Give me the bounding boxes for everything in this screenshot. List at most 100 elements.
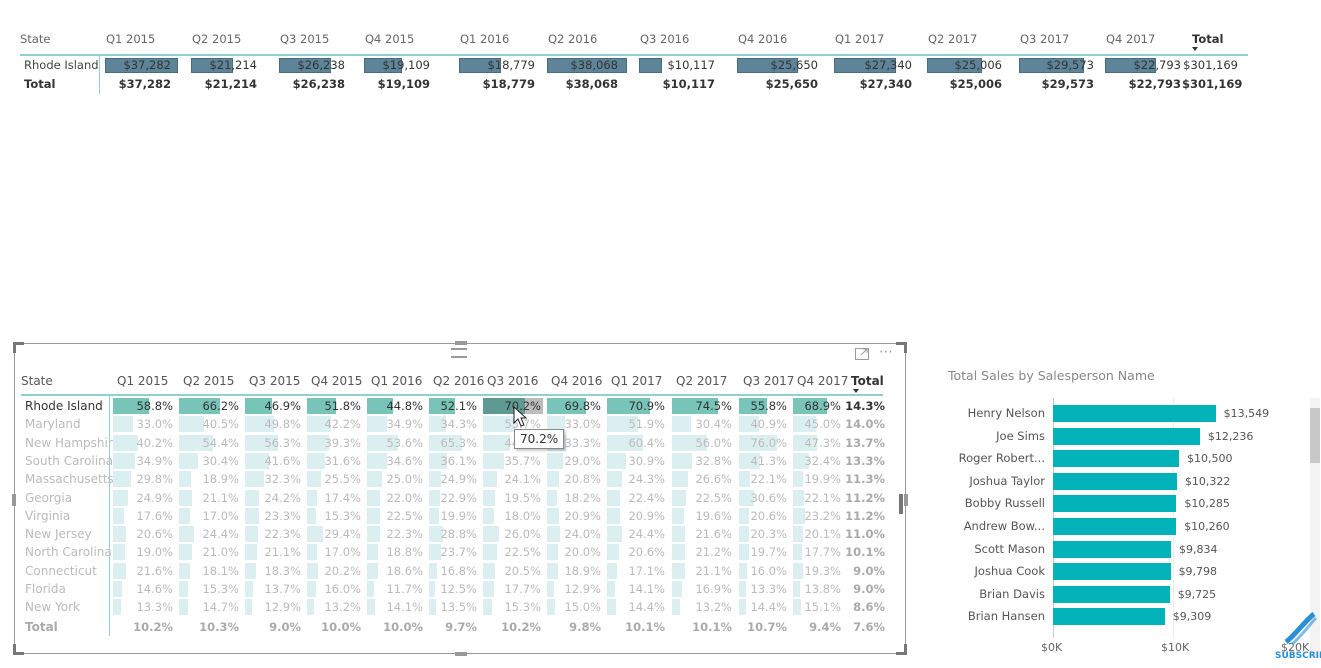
resize-handle-top-right[interactable] — [896, 342, 907, 353]
cell-value[interactable]: $38,068 — [538, 56, 618, 75]
cell-value[interactable]: 46.9% — [243, 397, 301, 416]
cell-value[interactable]: 22.1% — [791, 489, 841, 508]
cell-value[interactable]: 14.1% — [605, 580, 665, 599]
cell-value[interactable]: 14.4% — [737, 598, 787, 617]
cell-value[interactable]: 18.1% — [177, 562, 239, 581]
cell-value[interactable]: 24.1% — [481, 470, 541, 489]
drag-handle-icon[interactable] — [451, 348, 467, 358]
cell-value[interactable]: 22.9% — [427, 489, 477, 508]
column-header[interactable]: Q1 2015 — [117, 372, 168, 391]
cell-value[interactable]: 29.0% — [545, 452, 601, 471]
chart-scrollbar-thumb[interactable] — [1310, 408, 1320, 463]
column-header[interactable]: Q4 2015 — [311, 372, 362, 391]
cell-value[interactable]: 15.3% — [177, 580, 239, 599]
cell-value[interactable]: 47.3% — [791, 434, 841, 453]
cell-value[interactable]: 13.3% — [111, 598, 173, 617]
cell-value[interactable]: 14.6% — [111, 580, 173, 599]
cell-value[interactable]: 17.7% — [481, 580, 541, 599]
cell-value[interactable]: 29.4% — [305, 525, 361, 544]
cell-value[interactable]: 22.1% — [737, 470, 787, 489]
row-label[interactable]: Rhode Island — [25, 397, 103, 416]
resize-handle-bottom-right[interactable] — [896, 644, 907, 655]
cell-value[interactable]: 16.9% — [670, 580, 732, 599]
cell-value[interactable]: $10,117 — [630, 56, 715, 75]
cell-value[interactable]: 16.8% — [427, 562, 477, 581]
cell-value[interactable]: 19.9% — [427, 507, 477, 526]
resize-handle-top[interactable] — [455, 341, 467, 345]
salesperson-bar-chart[interactable]: Total Sales by Salesperson Name Henry Ne… — [940, 360, 1320, 660]
cell-value[interactable]: 19.0% — [111, 543, 173, 562]
cell-value[interactable]: 24.9% — [111, 489, 173, 508]
cell-value[interactable]: $37,282 — [96, 56, 171, 75]
cell-value[interactable]: 34.9% — [111, 452, 173, 471]
cell-value[interactable]: 13.3% — [737, 580, 787, 599]
column-header[interactable]: Q1 2015 — [106, 30, 155, 49]
row-label[interactable]: North Carolina — [25, 543, 112, 562]
cell-value[interactable]: $22,793 — [1096, 56, 1181, 75]
column-header[interactable]: Q4 2015 — [365, 30, 414, 49]
cell-value[interactable]: 20.9% — [545, 507, 601, 526]
cell-value[interactable]: 33.0% — [111, 415, 173, 434]
cell-value[interactable]: 58.8% — [111, 397, 173, 416]
cell-value[interactable]: $19,109 — [355, 56, 430, 75]
bar[interactable] — [1053, 518, 1177, 535]
cell-value[interactable]: 17.6% — [111, 507, 173, 526]
cell-value[interactable]: 18.6% — [365, 562, 423, 581]
cell-value[interactable]: 76.0% — [737, 434, 787, 453]
resize-handle-right[interactable] — [904, 494, 908, 506]
cell-value[interactable]: 22.4% — [605, 489, 665, 508]
cell-value[interactable]: $301,169 — [1182, 56, 1238, 75]
cell-value[interactable]: 30.4% — [670, 415, 732, 434]
cell-value[interactable]: 20.6% — [737, 507, 787, 526]
cell-value[interactable]: 13.7% — [243, 580, 301, 599]
cell-value[interactable]: 22.0% — [365, 489, 423, 508]
cell-value[interactable]: 21.1% — [670, 562, 732, 581]
column-header[interactable]: Q1 2016 — [460, 30, 509, 49]
cell-value[interactable]: $29,573 — [1010, 56, 1094, 75]
column-header[interactable]: Q4 2016 — [551, 372, 602, 391]
cell-value[interactable]: 14.4% — [605, 598, 665, 617]
cell-value[interactable]: 24.3% — [605, 470, 665, 489]
column-header[interactable]: Q2 2016 — [433, 372, 484, 391]
cell-value[interactable]: 16.0% — [305, 580, 361, 599]
cell-value[interactable]: 52.1% — [427, 397, 477, 416]
cell-value[interactable]: 18.2% — [545, 489, 601, 508]
row-label[interactable]: South Carolina — [25, 452, 113, 471]
cell-value[interactable]: 42.2% — [305, 415, 361, 434]
cell-value[interactable]: 51.9% — [605, 415, 665, 434]
cell-value[interactable]: 31.6% — [305, 452, 361, 471]
percent-matrix-visual[interactable]: ⋯ State Q1 2015 Q2 2015 Q3 2015 Q4 2015 Q1 20… — [12, 341, 908, 656]
cell-value[interactable]: 65.3% — [427, 434, 477, 453]
resize-handle-top-left[interactable] — [13, 342, 24, 353]
cell-value[interactable]: 13.5% — [427, 598, 477, 617]
cell-value[interactable]: 18.9% — [545, 562, 601, 581]
cell-value[interactable]: 34.9% — [365, 415, 423, 434]
row-label[interactable]: New Hampshire — [25, 434, 120, 453]
cell-value[interactable]: 20.2% — [305, 562, 361, 581]
cell-value[interactable]: 70.2% — [481, 397, 541, 416]
subscribe-watermark[interactable]: SUBSCRIB — [1275, 651, 1321, 661]
cell-value[interactable]: 56.3% — [243, 434, 301, 453]
bar[interactable] — [1053, 450, 1179, 468]
bar[interactable] — [1053, 563, 1171, 581]
column-header[interactable]: Q1 2017 — [611, 372, 662, 391]
cell-value[interactable]: 20.6% — [605, 543, 665, 562]
cell-value[interactable]: 17.0% — [305, 543, 361, 562]
column-header[interactable]: Q3 2017 — [1020, 30, 1069, 49]
column-header[interactable]: Q1 2017 — [835, 30, 884, 49]
column-header[interactable]: Q2 2015 — [192, 30, 241, 49]
cell-value[interactable]: 13.2% — [305, 598, 361, 617]
cell-value[interactable]: 19.5% — [481, 489, 541, 508]
column-header[interactable]: Q4 2017 — [1106, 30, 1155, 49]
cell-value[interactable]: 23.3% — [243, 507, 301, 526]
cell-value[interactable]: 53.6% — [365, 434, 423, 453]
cell-value[interactable]: 29.8% — [111, 470, 173, 489]
column-header[interactable]: Q2 2017 — [676, 372, 727, 391]
cell-value[interactable]: 32.8% — [670, 452, 732, 471]
cell-value[interactable]: 24.2% — [243, 489, 301, 508]
cell-value[interactable]: 40.2% — [111, 434, 173, 453]
cell-value[interactable]: 22.3% — [365, 525, 423, 544]
cell-value[interactable]: 20.0% — [545, 543, 601, 562]
cell-value[interactable]: 21.1% — [243, 543, 301, 562]
cell-value[interactable]: 66.2% — [177, 397, 239, 416]
